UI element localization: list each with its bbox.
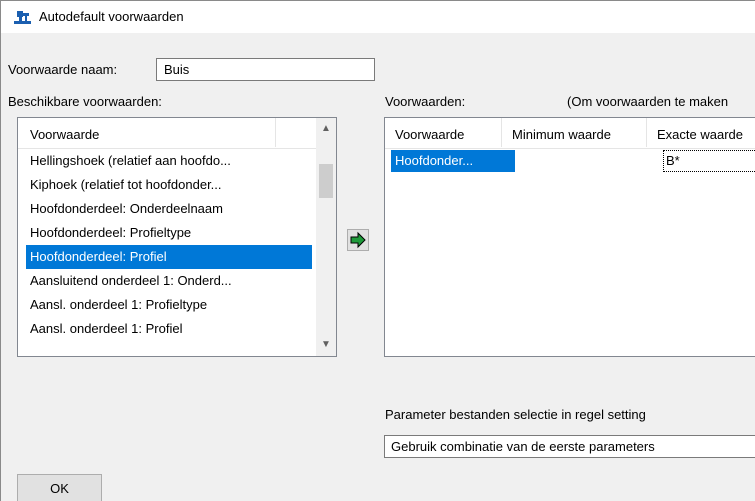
window-title: Autodefault voorwaarden (39, 9, 184, 24)
conditions-grid-header: Voorwaarde Minimum waarde Exacte waarde (385, 118, 755, 149)
column-header-exacte-waarde[interactable]: Exacte waarde (647, 118, 755, 147)
available-list-header: Voorwaarde (18, 118, 316, 149)
autodefault-conditions-dialog: Autodefault voorwaarden Voorwaarde naam:… (0, 0, 755, 501)
parameter-selection-dropdown[interactable]: Gebruik combinatie van de eerste paramet… (384, 435, 755, 458)
scrollbar-thumb[interactable] (319, 164, 333, 198)
vertical-scrollbar[interactable]: ▲ ▼ (316, 118, 336, 356)
list-item[interactable]: Aansluitend onderdeel 1: Onderd... (26, 269, 312, 293)
available-conditions-label: Beschikbare voorwaarden: (8, 94, 162, 109)
list-item[interactable]: Aansl. onderdeel 1: Profiel (26, 317, 312, 341)
ok-button[interactable]: OK (17, 474, 102, 501)
conditions-grid[interactable]: Voorwaarde Minimum waarde Exacte waarde … (384, 117, 755, 357)
column-header-voorwaarde[interactable]: Voorwaarde (385, 118, 502, 147)
cell-exacte-waarde[interactable]: B* (663, 150, 755, 172)
title-bar: Autodefault voorwaarden (1, 1, 755, 33)
column-header-minimum-waarde[interactable]: Minimum waarde (502, 118, 647, 147)
list-item[interactable]: Aansl. onderdeel 1: Profieltype (26, 293, 312, 317)
arrow-right-icon (350, 231, 366, 249)
available-conditions-list[interactable]: Voorwaarde Hellingshoek (relatief aan ho… (17, 117, 337, 357)
available-list-rows: Hellingshoek (relatief aan hoofdo... Kiph… (26, 149, 316, 341)
condition-name-input[interactable]: Buis (156, 58, 375, 81)
tekla-app-icon (14, 11, 31, 24)
list-item[interactable]: Hoofdonderdeel: Profiel (26, 245, 312, 269)
scroll-up-arrow-icon[interactable]: ▲ (316, 120, 336, 138)
table-row[interactable]: Hoofdonder... B* (391, 150, 755, 172)
scroll-down-arrow-icon[interactable]: ▼ (316, 336, 336, 354)
conditions-label: Voorwaarden: (385, 94, 466, 109)
column-header-voorwaarde[interactable]: Voorwaarde (18, 118, 276, 147)
list-item[interactable]: Kiphoek (relatief tot hoofdonder... (26, 173, 312, 197)
list-item[interactable]: Hoofdonderdeel: Profieltype (26, 221, 312, 245)
cell-voorwaarde[interactable]: Hoofdonder... (391, 150, 515, 172)
parameter-selection-label: Parameter bestanden selectie in regel se… (385, 407, 646, 422)
condition-name-label: Voorwaarde naam: (8, 62, 118, 77)
add-condition-button[interactable] (347, 229, 369, 251)
conditions-hint: (Om voorwaarden te maken (567, 94, 729, 109)
cell-minimum-waarde[interactable] (515, 150, 663, 172)
list-item[interactable]: Hellingshoek (relatief aan hoofdo... (26, 149, 312, 173)
list-item[interactable]: Hoofdonderdeel: Onderdeelnaam (26, 197, 312, 221)
